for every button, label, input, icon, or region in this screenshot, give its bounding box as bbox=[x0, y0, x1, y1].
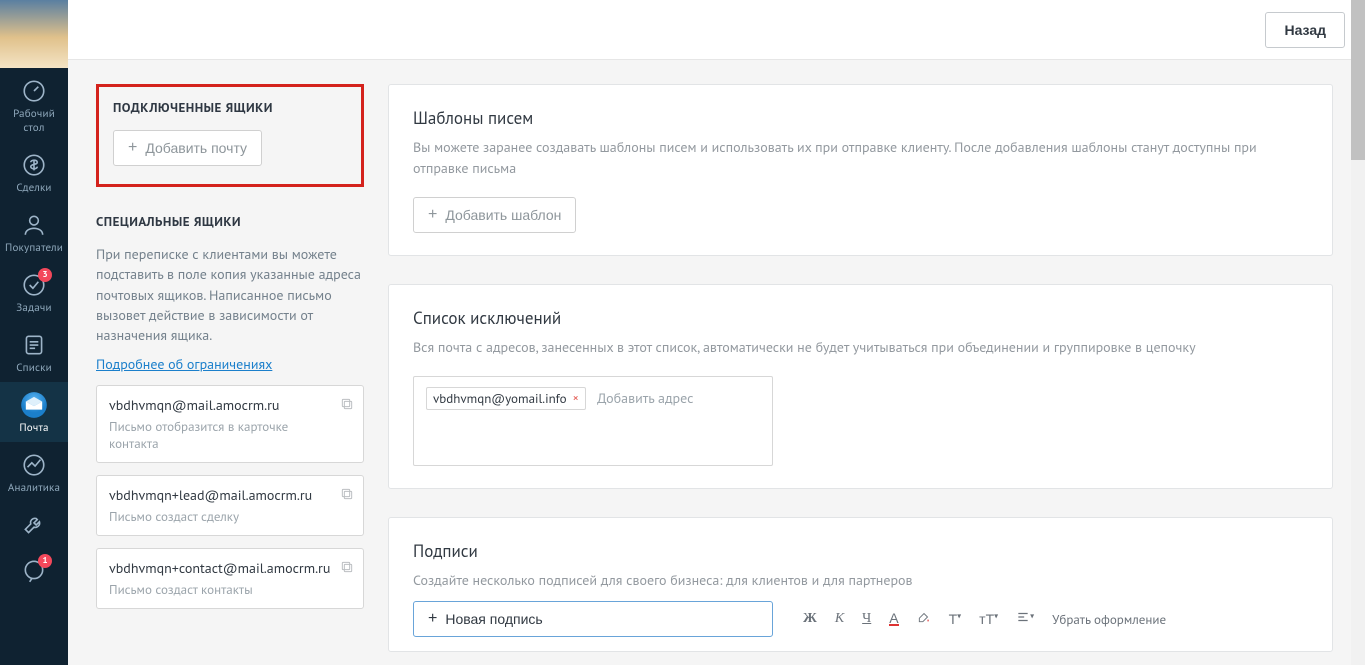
analytics-icon bbox=[0, 451, 68, 479]
check-circle-icon bbox=[0, 271, 68, 299]
excl-sub: Вся почта с адресов, занесенных в этот с… bbox=[413, 337, 1308, 358]
user-icon bbox=[0, 211, 68, 239]
clear-format-button[interactable]: Убрать оформление bbox=[1052, 611, 1166, 628]
plus-icon: + bbox=[428, 207, 437, 223]
nav-label: Покупатели bbox=[0, 241, 68, 255]
nav-item-dashboard[interactable]: Рабочийстол bbox=[0, 68, 68, 142]
connected-mailboxes-highlight: Подключенные ящики + Добавить почту bbox=[96, 84, 364, 187]
add-template-button[interactable]: + Добавить шаблон bbox=[413, 197, 576, 233]
special-desc: При переписке с клиентами вы можете подс… bbox=[96, 244, 364, 345]
nav-label: Почта bbox=[0, 421, 68, 435]
add-mail-button[interactable]: + Добавить почту bbox=[113, 130, 262, 166]
email-tag-text: vbdhvmqn@yomail.info bbox=[433, 390, 567, 407]
nav-label: Рабочийстол bbox=[0, 107, 68, 135]
bold-button[interactable]: Ж bbox=[803, 611, 817, 627]
email-tag[interactable]: vbdhvmqn@yomail.info × bbox=[426, 387, 586, 410]
fill-color-button[interactable] bbox=[917, 610, 931, 629]
special-box[interactable]: vbdhvmqn+lead@mail.amocrm.ru Письмо созд… bbox=[96, 475, 364, 536]
gauge-icon bbox=[0, 77, 68, 105]
nav-label: Сделки bbox=[0, 181, 68, 195]
sign-title: Подписи bbox=[413, 540, 1308, 562]
nav-label: Списки bbox=[0, 361, 68, 375]
signatures-card: Подписи Создайте несколько подписей для … bbox=[388, 517, 1333, 652]
underline-button[interactable]: Ч bbox=[862, 611, 871, 627]
mail-icon bbox=[0, 391, 68, 419]
excl-title: Список исключений bbox=[413, 307, 1308, 329]
copy-icon[interactable] bbox=[339, 396, 355, 412]
nav-item-tasks[interactable]: 3 Задачи bbox=[0, 262, 68, 322]
nav-label: Задачи bbox=[0, 301, 68, 315]
italic-button[interactable]: К bbox=[835, 611, 844, 627]
nav-item-buyers[interactable]: Покупатели bbox=[0, 202, 68, 262]
connected-title: Подключенные ящики bbox=[113, 99, 347, 116]
font-size-large-button[interactable]: тT▾ bbox=[979, 611, 998, 627]
nav-label: Аналитика bbox=[0, 481, 68, 495]
back-button[interactable]: Назад bbox=[1265, 12, 1345, 48]
add-template-label: Добавить шаблон bbox=[445, 207, 561, 223]
new-signature-button[interactable]: + Новая подпись bbox=[413, 601, 773, 637]
templates-title: Шаблоны писем bbox=[413, 107, 1308, 129]
box-desc: Письмо отобразится в карточке контакта bbox=[109, 418, 333, 452]
text-color-button[interactable]: A bbox=[889, 612, 898, 627]
add-mail-label: Добавить почту bbox=[145, 140, 247, 156]
header: Назад bbox=[68, 0, 1365, 60]
badge: 1 bbox=[38, 554, 52, 568]
more-limits-link[interactable]: Подробнее об ограничениях bbox=[96, 355, 272, 373]
box-desc: Письмо создаст контакты bbox=[109, 581, 333, 598]
plus-icon: + bbox=[428, 611, 437, 627]
main: Назад Подключенные ящики + Добавить почт… bbox=[68, 0, 1365, 665]
nav-item-deals[interactable]: Сделки bbox=[0, 142, 68, 202]
exclusions-card: Список исключений Вся почта с адресов, з… bbox=[388, 284, 1333, 489]
font-size-small-button[interactable]: T▾ bbox=[949, 611, 962, 627]
special-title: Специальные ящики bbox=[96, 213, 364, 230]
new-signature-label: Новая подпись bbox=[445, 611, 542, 627]
special-box[interactable]: vbdhvmqn+contact@mail.amocrm.ru Письмо с… bbox=[96, 548, 364, 609]
nav-item-analytics[interactable]: Аналитика bbox=[0, 442, 68, 502]
special-box[interactable]: vbdhvmqn@mail.amocrm.ru Письмо отобразит… bbox=[96, 385, 364, 463]
wrench-icon bbox=[0, 511, 68, 539]
badge: 3 bbox=[38, 268, 52, 282]
avatar[interactable] bbox=[0, 0, 68, 68]
templates-card: Шаблоны писем Вы можете заранее создават… bbox=[388, 84, 1333, 256]
templates-sub: Вы можете заранее создавать шаблоны писе… bbox=[413, 137, 1308, 179]
nav-item-chat[interactable]: 1 bbox=[0, 548, 68, 594]
add-address-placeholder: Добавить адрес bbox=[597, 389, 693, 407]
scrollbar[interactable] bbox=[1351, 0, 1365, 665]
box-address: vbdhvmqn+lead@mail.amocrm.ru bbox=[109, 486, 333, 504]
nav-item-settings[interactable] bbox=[0, 502, 68, 548]
align-button[interactable]: ▾ bbox=[1016, 610, 1034, 629]
copy-icon[interactable] bbox=[339, 486, 355, 502]
exclusions-input[interactable]: vbdhvmqn@yomail.info × Добавить адрес bbox=[413, 376, 773, 466]
copy-icon[interactable] bbox=[339, 559, 355, 575]
box-address: vbdhvmqn+contact@mail.amocrm.ru bbox=[109, 559, 333, 577]
remove-tag-icon[interactable]: × bbox=[573, 391, 579, 406]
chat-icon bbox=[0, 557, 68, 585]
box-address: vbdhvmqn@mail.amocrm.ru bbox=[109, 396, 333, 414]
scroll-thumb[interactable] bbox=[1351, 0, 1365, 160]
sign-sub: Создайте несколько подписей для своего б… bbox=[413, 570, 1308, 591]
editor-toolbar: Ж К Ч A T▾ тT▾ ▾ Убрать оформление bbox=[803, 601, 1308, 637]
left-nav: Рабочийстол Сделки Покупатели 3 Задачи С… bbox=[0, 0, 68, 665]
dollar-icon bbox=[0, 151, 68, 179]
plus-icon: + bbox=[128, 140, 137, 156]
box-desc: Письмо создаст сделку bbox=[109, 508, 333, 525]
nav-item-mail[interactable]: Почта bbox=[0, 382, 68, 442]
nav-item-lists[interactable]: Списки bbox=[0, 322, 68, 382]
list-icon bbox=[0, 331, 68, 359]
